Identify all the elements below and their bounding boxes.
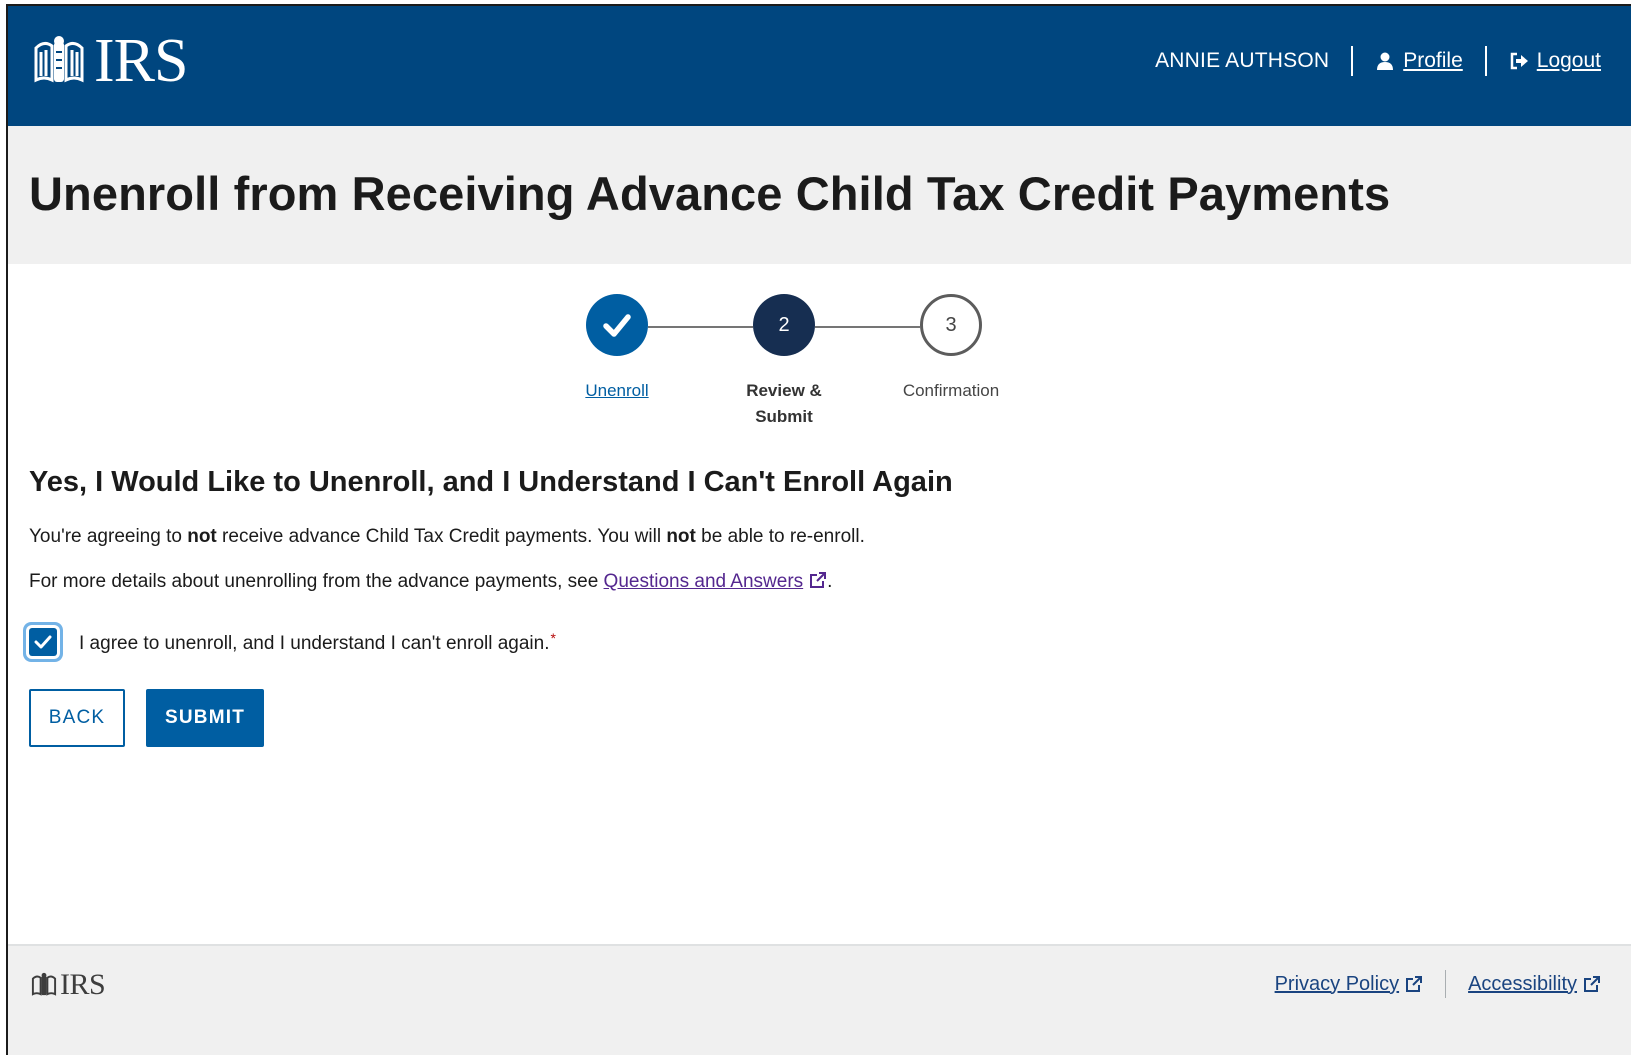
text-segment: . — [827, 571, 833, 592]
external-link-icon — [1406, 976, 1423, 992]
user-icon — [1377, 52, 1394, 70]
section-title: Yes, I Would Like to Unenroll, and I Und… — [29, 466, 953, 498]
more-details-text: For more details about unenrolling from … — [29, 570, 1229, 594]
emphasis-text: not — [666, 526, 696, 547]
title-band: Unenroll from Receiving Advance Child Ta… — [8, 126, 1631, 264]
step-connector — [815, 326, 920, 328]
privacy-policy-label: Privacy Policy — [1274, 972, 1400, 995]
logout-label: Logout — [1536, 49, 1601, 72]
agree-checkbox[interactable] — [29, 628, 57, 656]
form-actions: BACK SUBMIT — [29, 689, 264, 747]
link-text: Questions and Answers — [603, 571, 804, 592]
step-3-label: Confirmation — [902, 381, 1000, 400]
user-nav: ANNIE AUTHSON Profile Logout — [1155, 46, 1601, 76]
external-link-icon — [1584, 976, 1600, 992]
footer-links: Privacy Policy Accessibility — [1275, 970, 1601, 998]
logo-text: IRS — [94, 27, 188, 95]
accessibility-label: Accessibility — [1468, 972, 1577, 995]
emphasis-text: not — [187, 526, 217, 547]
page-title: Unenroll from Receiving Advance Child Ta… — [29, 167, 1391, 220]
privacy-policy-link[interactable]: Privacy Policy — [1275, 973, 1423, 996]
footer-irs-logo[interactable]: IRS — [30, 968, 106, 1002]
text-segment: You're agreeing to — [29, 526, 188, 547]
text-segment: For more details about unenrolling from … — [29, 571, 604, 592]
text-segment: receive advance Child Tax Credit payment… — [216, 526, 667, 547]
agree-checkbox-row: I agree to unenroll, and I understand I … — [29, 628, 556, 656]
footer-divider — [1445, 970, 1447, 998]
checkmark-icon — [34, 635, 52, 649]
step-2-label-text: Review & Submit — [746, 381, 822, 426]
agree-checkbox-label[interactable]: I agree to unenroll, and I understand I … — [79, 630, 556, 655]
user-name: ANNIE AUTHSON — [1155, 49, 1330, 72]
step-2-current: 2 — [753, 294, 815, 356]
checkmark-icon — [603, 314, 631, 337]
step-1-label[interactable]: Unenroll — [537, 378, 697, 404]
eagle-icon — [34, 36, 84, 83]
required-marker: * — [550, 629, 556, 646]
site-header: IRS ANNIE AUTHSON Profile Logout — [8, 6, 1631, 126]
submit-button[interactable]: SUBMIT — [146, 689, 264, 747]
accessibility-link[interactable]: Accessibility — [1468, 973, 1601, 996]
logout-link[interactable]: Logout — [1509, 49, 1601, 73]
back-button[interactable]: BACK — [29, 689, 125, 747]
external-link-icon — [810, 572, 827, 588]
app-frame: IRS ANNIE AUTHSON Profile Logout Unenrol… — [6, 4, 1631, 1055]
site-footer: IRS Privacy Policy Accessibility — [8, 944, 1631, 1055]
profile-link[interactable]: Profile — [1375, 49, 1463, 73]
nav-divider — [1351, 46, 1354, 76]
label-text: I agree to unenroll, and I understand I … — [79, 632, 550, 654]
questions-answers-link[interactable]: Questions and Answers — [604, 571, 828, 592]
sign-out-icon — [1510, 52, 1528, 70]
footer-logo-text: IRS — [60, 968, 106, 1001]
agreement-text: You're agreeing to not receive advance C… — [29, 525, 1229, 549]
step-3-upcoming: 3 — [920, 294, 982, 356]
nav-divider — [1484, 46, 1487, 76]
main-content: Yes, I Would Like to Unenroll, and I Und… — [29, 466, 1229, 594]
irs-logo[interactable]: IRS — [30, 27, 188, 95]
step-2-label: Review & Submit — [704, 378, 864, 430]
step-1-complete[interactable] — [586, 294, 648, 356]
text-segment: be able to re-enroll. — [695, 526, 865, 547]
step-connector — [648, 326, 753, 328]
profile-label: Profile — [1403, 49, 1463, 72]
eagle-icon — [31, 972, 57, 996]
step-indicator: 2 3 Unenroll Review & Submit Confirmatio… — [8, 294, 1631, 434]
